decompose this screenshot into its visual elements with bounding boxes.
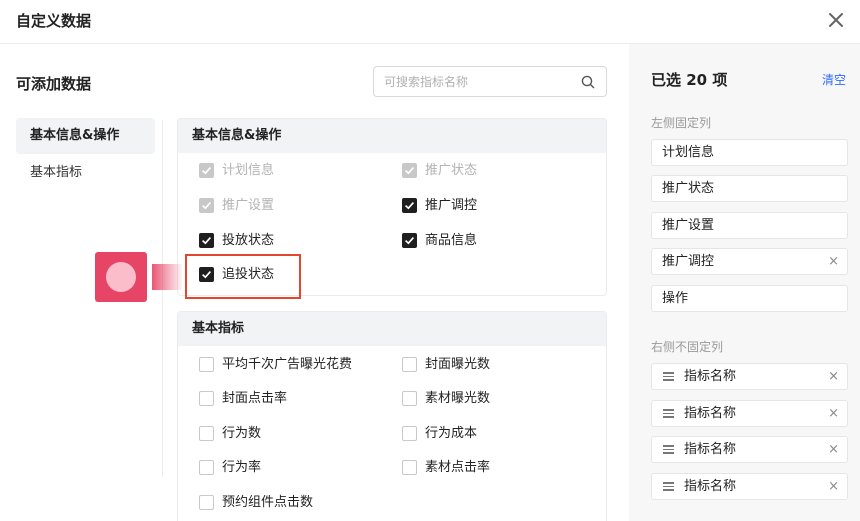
clear-button[interactable]: 清空 [822,71,846,88]
checkbox[interactable] [199,495,214,510]
chip-label: 操作 [662,291,689,306]
option-label: 封面点击率 [222,391,288,406]
remove-icon[interactable]: × [828,437,839,462]
fixed-column-item: 推广设置 [651,212,848,239]
option-label: 行为成本 [425,426,478,441]
chip-label: 指标名称 [684,479,737,494]
checkbox[interactable] [199,163,214,178]
search-icon[interactable] [580,74,596,90]
chip-label: 推广调控 [662,254,715,269]
unfixed-columns-label: 右侧不固定列 [651,340,724,354]
chip-label: 指标名称 [684,369,737,384]
chip-label: 指标名称 [684,406,737,421]
checkbox[interactable] [402,357,417,372]
option-label: 行为率 [222,460,262,475]
option-label: 推广调控 [425,198,478,213]
available-data-title: 可添加数据 [16,75,92,93]
drag-handle-icon[interactable] [663,409,674,418]
option-label: 行为数 [222,426,262,441]
group-basic-metrics: 基本指标 [177,311,607,521]
highlight-box [185,254,301,299]
unfixed-column-item[interactable]: 指标名称 × [651,363,848,390]
unfixed-column-item[interactable]: 指标名称 × [651,436,848,463]
option-label: 推广设置 [222,198,275,213]
unfixed-column-item[interactable]: 指标名称 × [651,400,848,427]
checkbox[interactable] [402,198,417,213]
fixed-column-item: 操作 [651,285,848,312]
group-header: 基本信息&操作 [178,119,606,153]
checkbox[interactable] [199,391,214,406]
selected-count-title: 已选 20 项 [651,71,728,89]
pointer-marker-tail [152,264,182,290]
checkbox[interactable] [199,460,214,475]
category-basic-info[interactable]: 基本信息&操作 [16,118,155,154]
option-label: 推广状态 [425,163,478,178]
checkbox[interactable] [402,426,417,441]
drag-handle-icon[interactable] [663,445,674,454]
unfixed-column-item[interactable]: 指标名称 × [651,473,848,500]
group-header: 基本指标 [178,312,606,346]
fixed-column-item: 推广调控 × [651,248,848,275]
option-label: 投放状态 [222,233,275,248]
checkbox[interactable] [199,233,214,248]
fixed-column-item: 推广状态 [651,175,848,202]
selected-panel: 已选 20 项 清空 左侧固定列 计划信息 推广状态 推广设置 推广调控 × 操… [629,44,860,521]
category-divider [162,120,163,477]
option-label: 素材曝光数 [425,391,491,406]
checkbox[interactable] [199,198,214,213]
option-label: 计划信息 [222,163,275,178]
dialog-title: 自定义数据 [16,12,92,30]
chip-label: 指标名称 [684,442,737,457]
remove-icon[interactable]: × [828,249,839,274]
close-icon[interactable] [824,8,848,32]
option-label: 商品信息 [425,233,478,248]
checkbox[interactable] [402,233,417,248]
fixed-columns-label: 左侧固定列 [651,116,712,130]
remove-icon[interactable]: × [828,474,839,499]
checkbox[interactable] [199,426,214,441]
remove-icon[interactable]: × [828,401,839,426]
option-label: 封面曝光数 [425,357,491,372]
pointer-marker-icon [95,252,147,302]
option-label: 平均千次广告曝光花费 [222,357,353,372]
option-label: 预约组件点击数 [222,495,314,510]
dialog-header: 自定义数据 [0,0,860,44]
option-label: 素材点击率 [425,460,491,475]
checkbox[interactable] [402,460,417,475]
search-input[interactable] [384,72,574,92]
checkbox[interactable] [402,391,417,406]
remove-icon[interactable]: × [828,364,839,389]
fixed-column-item: 计划信息 [651,139,848,166]
chip-label: 推广状态 [662,181,715,196]
search-box[interactable] [373,66,607,97]
checkbox[interactable] [402,163,417,178]
drag-handle-icon[interactable] [663,372,674,381]
checkbox[interactable] [199,357,214,372]
chip-label: 计划信息 [662,145,715,160]
category-basic-metrics[interactable]: 基本指标 [16,155,155,191]
chip-label: 推广设置 [662,218,715,233]
drag-handle-icon[interactable] [663,482,674,491]
